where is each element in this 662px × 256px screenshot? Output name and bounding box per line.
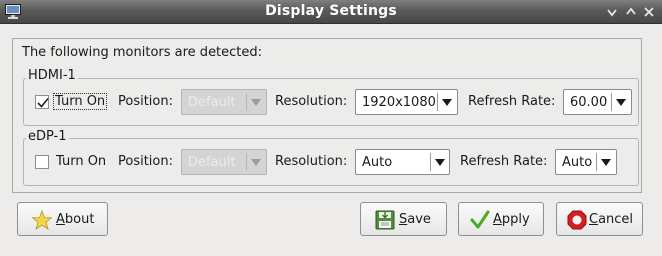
- monitor-name-hdmi-1: HDMI-1: [26, 68, 78, 83]
- turn-on-checkbox-hdmi-1[interactable]: [35, 95, 49, 109]
- cancel-button-label: Cancel: [589, 212, 633, 227]
- about-label-rest: bout: [64, 212, 95, 227]
- resolution-combo-edp-1[interactable]: Auto: [355, 149, 450, 175]
- floppy-disk-icon: [375, 210, 395, 230]
- save-button-label: Save: [399, 212, 431, 227]
- maximize-icon[interactable]: [624, 5, 638, 19]
- chevron-down-icon: [251, 159, 261, 166]
- refresh-rate-combo-edp-1[interactable]: Auto: [555, 149, 617, 175]
- resolution-value-edp-1: Auto: [362, 155, 393, 170]
- combo-separator: [430, 153, 431, 171]
- apply-mnemonic: A: [493, 212, 502, 227]
- checkmark-icon: [37, 97, 49, 108]
- monitor-name-edp-1: eDP-1: [26, 129, 69, 144]
- apply-label-rest: pply: [501, 212, 530, 227]
- position-value-hdmi-1: Default: [188, 95, 236, 110]
- apply-button-label: Apply: [493, 212, 530, 227]
- apply-button[interactable]: Apply: [458, 202, 544, 236]
- about-mnemonic: A: [56, 212, 65, 227]
- turn-on-label-hdmi-1[interactable]: Turn On: [53, 93, 108, 110]
- about-button[interactable]: About: [17, 202, 108, 236]
- window-title: Display Settings: [265, 3, 397, 19]
- combo-separator: [596, 153, 597, 171]
- refresh-rate-value-hdmi-1: 60.00: [570, 95, 608, 110]
- resolution-value-hdmi-1: 1920x1080: [362, 95, 436, 110]
- resolution-combo-hdmi-1[interactable]: 1920x1080: [355, 89, 458, 115]
- cancel-mnemonic: C: [589, 212, 599, 227]
- about-button-label: About: [56, 212, 94, 227]
- combo-separator: [246, 93, 247, 111]
- resolution-label-hdmi-1: Resolution:: [275, 94, 348, 109]
- refresh-rate-combo-hdmi-1[interactable]: 60.00: [563, 89, 632, 115]
- minimize-icon[interactable]: [605, 5, 619, 19]
- position-combo-hdmi-1: Default: [181, 89, 267, 115]
- position-label-hdmi-1: Position:: [118, 94, 173, 109]
- cancel-label-rest: ancel: [598, 212, 634, 227]
- turn-on-checkbox-edp-1[interactable]: [35, 155, 49, 169]
- title-bar: Display Settings: [0, 0, 662, 24]
- chevron-down-icon: [601, 159, 611, 166]
- position-label-edp-1: Position:: [118, 154, 173, 169]
- refresh-rate-label-edp-1: Refresh Rate:: [460, 154, 548, 169]
- save-label-rest: ave: [407, 212, 431, 227]
- intro-text: The following monitors are detected:: [22, 45, 263, 60]
- stop-icon: [567, 210, 587, 230]
- refresh-rate-label-hdmi-1: Refresh Rate:: [468, 94, 556, 109]
- checkmark-icon: [470, 210, 490, 229]
- combo-separator: [246, 153, 247, 171]
- chevron-down-icon: [435, 159, 445, 166]
- chevron-down-icon: [251, 99, 261, 106]
- close-icon[interactable]: [642, 5, 656, 19]
- chevron-down-icon: [442, 99, 452, 106]
- combo-separator: [611, 93, 612, 111]
- refresh-rate-value-edp-1: Auto: [562, 155, 593, 170]
- turn-on-label-edp-1[interactable]: Turn On: [56, 154, 106, 169]
- chevron-down-icon: [616, 99, 626, 106]
- cancel-button[interactable]: Cancel: [556, 202, 643, 236]
- star-icon: [32, 210, 52, 230]
- position-combo-edp-1: Default: [181, 149, 267, 175]
- resolution-label-edp-1: Resolution:: [275, 154, 348, 169]
- combo-separator: [437, 93, 438, 111]
- save-button[interactable]: Save: [360, 202, 447, 236]
- position-value-edp-1: Default: [188, 155, 236, 170]
